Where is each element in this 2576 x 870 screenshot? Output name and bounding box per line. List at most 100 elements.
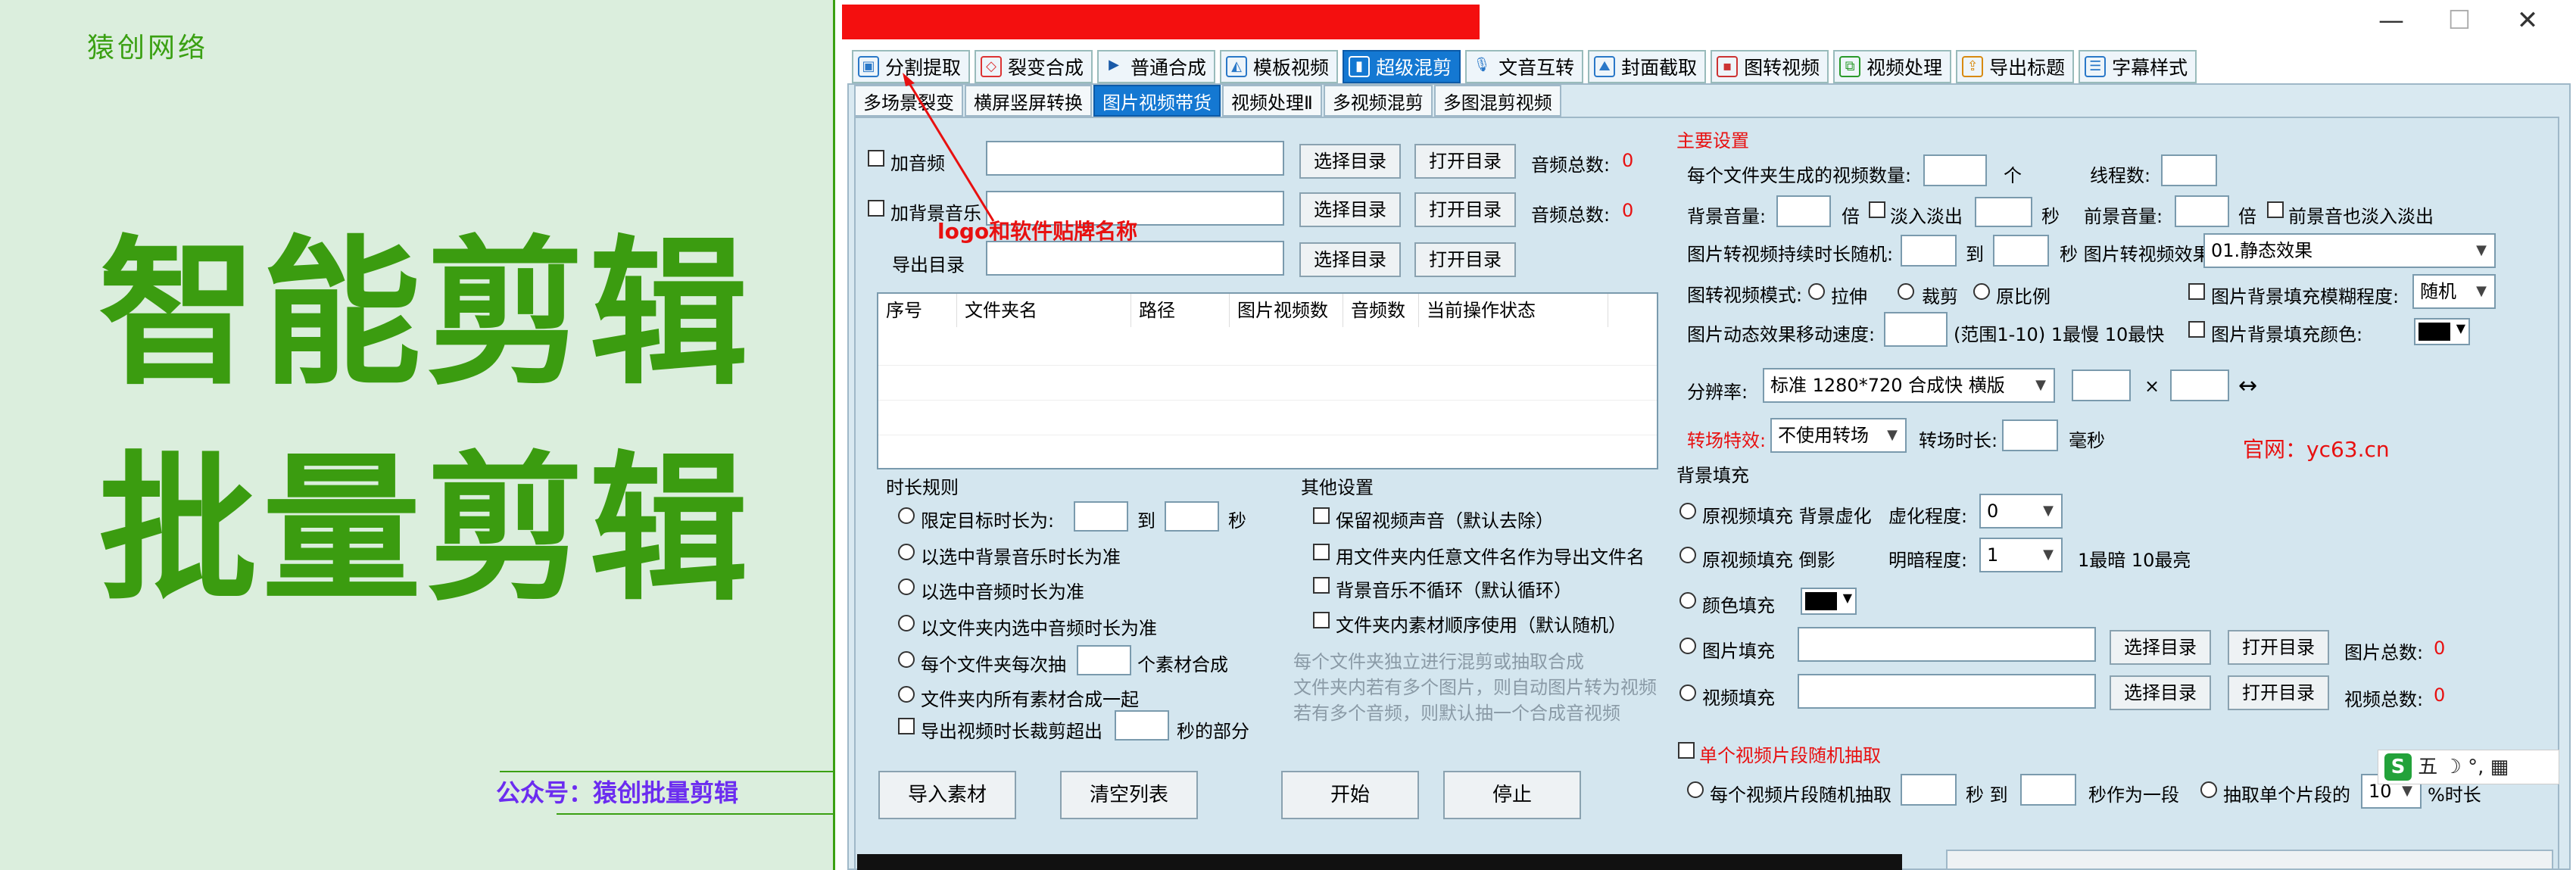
choose-audio-dir-button[interactable]: 选择目录: [1299, 144, 1401, 179]
choose-video-dir-button[interactable]: 选择目录: [2110, 675, 2211, 710]
front-fade-checkbox[interactable]: [2267, 201, 2284, 218]
unit-ge-label: 个: [2004, 165, 2022, 186]
tab-export-title[interactable]: ⇪ 导出标题: [1956, 50, 2075, 83]
orig-shadow-radio[interactable]: [1679, 547, 1696, 563]
col-audio-count: 音频数: [1343, 294, 1419, 327]
fill-color-picker[interactable]: ▼: [1801, 588, 1857, 615]
ratio-radio[interactable]: [1973, 283, 1990, 300]
resolution-select[interactable]: 标准 1280*720 合成快 横版 ▼: [1763, 368, 2055, 403]
bg-fill-heading: 背景填充: [1676, 465, 1749, 486]
extract-single-radio[interactable]: [2200, 781, 2217, 798]
height-input[interactable]: [2170, 370, 2229, 401]
tab-img-video[interactable]: ▪ 图转视频: [1711, 50, 1829, 83]
trim-seconds-input[interactable]: [1115, 710, 1169, 741]
subtab-multi-video[interactable]: 多视频混剪: [1323, 85, 1433, 117]
headline-smart-edit: 智能剪辑: [98, 221, 753, 407]
orig-blur-radio[interactable]: [1679, 503, 1696, 519]
segment-max-input[interactable]: [2020, 774, 2076, 806]
bg-color-picker[interactable]: ▼: [2414, 318, 2470, 345]
tab-normal[interactable]: ▶ 普通合成: [1097, 50, 1216, 83]
bgm-no-loop-label: 背景音乐不循环（默认循环）: [1336, 580, 1572, 601]
trim-export-label: 导出视频时长裁剪超出: [921, 721, 1102, 742]
blur-degree-select[interactable]: 0 ▼: [1979, 494, 2063, 529]
each-segment-radio[interactable]: [1687, 781, 1704, 798]
transition-select[interactable]: 不使用转场 ▼: [1770, 418, 1907, 453]
fade-checkbox[interactable]: [1869, 201, 1885, 218]
threads-input[interactable]: [2161, 154, 2217, 186]
swap-icon[interactable]: ↔: [2238, 373, 2257, 399]
width-input[interactable]: [2072, 370, 2131, 401]
image-fill-path-input[interactable]: [1798, 627, 2096, 662]
file-table[interactable]: 序号 文件夹名 路径 图片视频数 音频数 当前操作状态: [877, 292, 1658, 469]
single-random-checkbox[interactable]: [1678, 742, 1695, 759]
use-name-checkbox[interactable]: [1313, 544, 1330, 560]
open-audio-dir-button[interactable]: 打开目录: [1414, 144, 1516, 179]
front-volume-input[interactable]: [2175, 195, 2229, 227]
choose-export-dir-button[interactable]: 选择目录: [1299, 242, 1401, 277]
image-effect-select[interactable]: 01.静态效果 ▼: [2203, 233, 2496, 268]
tab-text-audio[interactable]: 🎙 文音互转: [1465, 50, 1584, 83]
open-image-dir-button[interactable]: 打开目录: [2228, 630, 2329, 665]
add-audio-checkbox[interactable]: [868, 150, 884, 167]
limit-target-label: 限定目标时长为:: [921, 510, 1055, 532]
material-count-input[interactable]: [1077, 645, 1131, 675]
minimize-button[interactable]: —: [2357, 3, 2425, 38]
each-folder-radio[interactable]: [898, 651, 915, 668]
maximize-button[interactable]: ☐: [2425, 3, 2493, 38]
blur-fill-checkbox[interactable]: [2188, 283, 2205, 300]
all-merge-radio[interactable]: [898, 686, 915, 703]
ime-toolbar[interactable]: S 五 ☽ °, ▦: [2378, 750, 2559, 784]
subtab-image-video[interactable]: 图片视频带货: [1093, 85, 1221, 117]
bright-select[interactable]: 1 ▼: [1979, 538, 2063, 572]
choose-image-dir-button[interactable]: 选择目录: [2110, 630, 2211, 665]
audio-path-input[interactable]: [986, 141, 1284, 176]
tab-subtitle[interactable]: ☰ 字幕样式: [2079, 50, 2197, 83]
image-duration-max-input[interactable]: [1993, 235, 2049, 267]
crop-radio[interactable]: [1898, 283, 1914, 300]
trim-export-checkbox[interactable]: [898, 718, 915, 734]
segment-min-input[interactable]: [1901, 774, 1957, 806]
stop-button[interactable]: 停止: [1443, 771, 1581, 819]
each-segment-label: 每个视频片段随机抽取: [1710, 784, 1891, 806]
open-bgm-dir-button[interactable]: 打开目录: [1414, 192, 1516, 227]
subtab-video-process-2[interactable]: 视频处理Ⅱ: [1222, 85, 1322, 117]
tab-super-mix[interactable]: ▮ 超级混剪: [1343, 50, 1461, 83]
stretch-radio[interactable]: [1808, 283, 1825, 300]
transition-duration-input[interactable]: [2002, 419, 2058, 451]
material-order-checkbox[interactable]: [1313, 612, 1330, 628]
image-fill-radio[interactable]: [1679, 638, 1696, 654]
by-bgm-radio[interactable]: [898, 544, 915, 560]
export-path-input[interactable]: [986, 241, 1284, 276]
color-fill-radio[interactable]: [1679, 592, 1696, 609]
limit-min-input[interactable]: [1074, 501, 1128, 532]
extract-single-label: 抽取单个片段的: [2223, 784, 2350, 806]
color-bg-checkbox[interactable]: [2188, 321, 2205, 338]
video-fill-radio[interactable]: [1679, 684, 1696, 701]
by-folder-audio-radio[interactable]: [898, 615, 915, 631]
blur-level-select[interactable]: 随机 ▼: [2412, 274, 2496, 309]
per-folder-input[interactable]: [1923, 154, 1987, 186]
choose-bgm-dir-button[interactable]: 选择目录: [1299, 192, 1401, 227]
clear-list-button[interactable]: 清空列表: [1060, 771, 1198, 819]
open-video-dir-button[interactable]: 打开目录: [2228, 675, 2329, 710]
image-duration-min-input[interactable]: [1901, 235, 1957, 267]
keep-sound-checkbox[interactable]: [1313, 507, 1330, 524]
bgm-no-loop-checkbox[interactable]: [1313, 577, 1330, 594]
move-speed-input[interactable]: [1884, 312, 1948, 347]
tab-template[interactable]: ◭ 模板视频: [1220, 50, 1339, 83]
subtab-multi-image[interactable]: 多图混剪视频: [1433, 85, 1561, 117]
tab-cover[interactable]: ⛰ 封面截取: [1588, 50, 1707, 83]
limit-max-input[interactable]: [1165, 501, 1219, 532]
start-button[interactable]: 开始: [1281, 771, 1419, 819]
close-button[interactable]: ✕: [2493, 3, 2562, 38]
bgm-volume-input[interactable]: [1776, 195, 1831, 227]
duration-rules-heading: 时长规则: [886, 477, 959, 498]
fade-seconds-input[interactable]: [1975, 197, 2032, 227]
tab-video-process[interactable]: ⧉ 视频处理: [1833, 50, 1952, 83]
limit-target-radio[interactable]: [898, 507, 915, 524]
by-audio-radio[interactable]: [898, 578, 915, 595]
open-export-dir-button[interactable]: 打开目录: [1414, 242, 1516, 277]
add-bgm-checkbox[interactable]: [868, 200, 884, 217]
video-fill-path-input[interactable]: [1798, 674, 2096, 709]
import-button[interactable]: 导入素材: [878, 771, 1016, 819]
